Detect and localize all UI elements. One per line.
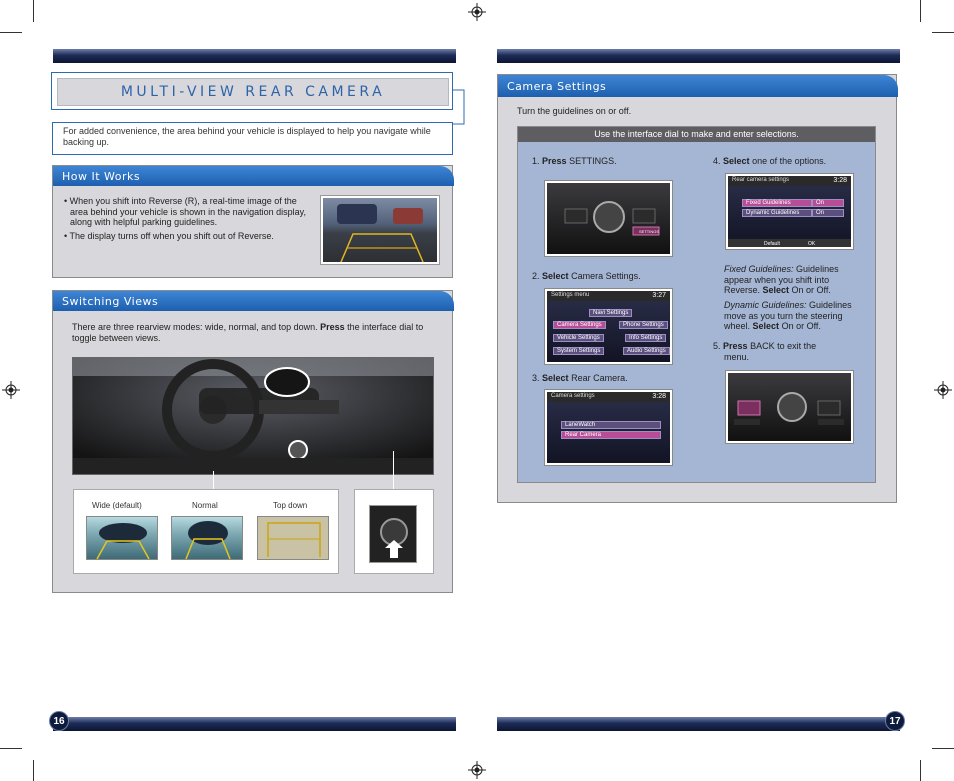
registration-mark-icon [934, 381, 952, 399]
dial-panel [354, 489, 434, 574]
connector-line [393, 451, 394, 489]
footer-bar-left [53, 717, 456, 731]
option-item-selected[interactable]: Fixed Guidelines [742, 199, 812, 207]
crop-mark [0, 748, 22, 749]
menu-item[interactable]: Info Settings [625, 334, 667, 342]
menu-item[interactable]: Phone Settings [619, 321, 668, 329]
section-heading: How It Works [53, 166, 454, 186]
bullet-item: • When you shift into Reverse (R), a rea… [64, 196, 306, 227]
menu-item-selected[interactable]: Camera Settings [553, 321, 606, 329]
view-modes-panel: Wide (default) Normal Top down [73, 489, 339, 574]
step-4: 4. Select one of the options. [713, 156, 827, 166]
mode-label-normal: Normal [192, 501, 218, 510]
screen-time: 3:28 [833, 177, 847, 184]
camera-settings-section: Camera Settings Turn the guidelines on o… [497, 74, 898, 503]
option-value: On [812, 209, 844, 217]
registration-mark-icon [468, 761, 486, 779]
registration-mark-icon [2, 381, 20, 399]
intro-text: For added convenience, the area behind y… [52, 122, 453, 155]
page-number-right: 17 [885, 711, 905, 731]
footer-bar-right [497, 717, 900, 731]
connector-line [213, 471, 214, 489]
step-5: 5. Press BACK to exit the menu. [713, 341, 817, 362]
step-3: 3. Select Rear Camera. [532, 373, 628, 383]
fixed-guidelines-desc: Fixed Guidelines: Guidelines appear when… [724, 264, 839, 295]
menu-item[interactable]: Audio Settings [623, 347, 670, 355]
registration-mark-icon [468, 3, 486, 21]
crop-mark [932, 748, 954, 749]
instruction-bar: Use the interface dial to make and enter… [518, 127, 875, 142]
step-1: 1. Press SETTINGS. [532, 156, 617, 166]
wide-view-thumb [86, 516, 158, 560]
console-settings-label: SETTINGS [639, 229, 659, 234]
switching-views-heading: Switching Views [62, 295, 159, 308]
rear-camera-photo [321, 196, 439, 264]
menu-item[interactable]: LaneWatch [561, 421, 661, 429]
crop-mark [920, 0, 921, 22]
page-title: MULTI-VIEW REAR CAMERA [57, 78, 449, 106]
how-it-works-section: How It Works • When you shift into Rever… [52, 165, 454, 278]
option-value: On [812, 199, 844, 207]
console-settings-photo: SETTINGS [545, 181, 672, 256]
top-down-view-thumb [257, 516, 329, 560]
crop-mark [33, 760, 34, 781]
mode-label-top-down: Top down [273, 501, 308, 510]
crop-mark [33, 0, 34, 22]
menu-item[interactable]: Vehicle Settings [553, 334, 604, 342]
section-heading: Switching Views [53, 291, 454, 311]
crop-mark [920, 760, 921, 781]
switching-views-body: There are three rearview modes: wide, no… [72, 322, 424, 343]
header-bar-left [53, 49, 456, 63]
bullet-item: • The display turns off when you shift o… [64, 231, 274, 241]
camera-settings-screen: Camera settings 3:28 LaneWatch Rear Came… [545, 390, 672, 465]
console-back-photo [726, 371, 853, 443]
screen-time: 3:27 [652, 292, 666, 299]
camera-settings-intro: Turn the guidelines on or off. [517, 106, 632, 116]
option-item[interactable]: Dynamic Guidelines [742, 209, 812, 217]
menu-item[interactable]: System Settings [553, 347, 605, 355]
settings-menu-screen: Settings menu 3:27 Navi Settings Camera … [545, 289, 672, 364]
page-title-text: MULTI-VIEW REAR CAMERA [120, 84, 386, 100]
mode-label-wide: Wide (default) [92, 501, 142, 510]
crop-mark [0, 32, 22, 33]
screen-tab[interactable]: Default [764, 241, 780, 247]
screen-time: 3:28 [652, 393, 666, 400]
how-it-works-heading: How It Works [62, 170, 141, 183]
instructions-panel: Use the interface dial to make and enter… [517, 126, 876, 483]
screen-tab-bar [728, 239, 851, 247]
section-heading: Camera Settings [498, 75, 898, 97]
switching-views-section: Switching Views There are three rearview… [52, 290, 454, 593]
step-2: 2. Select Camera Settings. [532, 271, 641, 281]
menu-item[interactable]: Navi Settings [589, 309, 633, 317]
screen-tab[interactable]: OK [808, 241, 815, 247]
menu-item-selected[interactable]: Rear Camera [561, 431, 661, 439]
normal-view-thumb [171, 516, 243, 560]
interface-dial-photo [369, 505, 417, 563]
dynamic-guidelines-desc: Dynamic Guidelines: Guidelines move as y… [724, 300, 852, 331]
crop-mark [932, 32, 954, 33]
page-number-left: 16 [49, 711, 69, 731]
title-connector [452, 89, 465, 125]
camera-settings-heading: Camera Settings [507, 80, 607, 93]
header-bar-right [497, 49, 900, 63]
dashboard-photo [72, 357, 434, 475]
rear-camera-settings-screen: Rear camera settings 3:28 Fixed Guidelin… [726, 174, 853, 249]
